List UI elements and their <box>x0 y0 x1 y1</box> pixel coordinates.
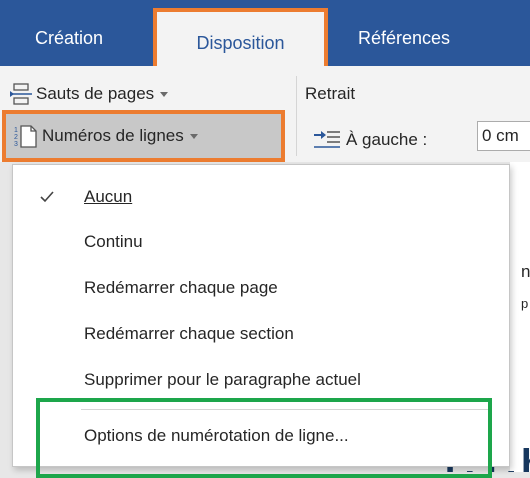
indent-left-input[interactable]: 0 cm <box>477 121 530 151</box>
indent-group-title: Retrait <box>305 84 356 103</box>
ribbon-tab-bar: Création Disposition Références <box>0 0 530 66</box>
svg-text:3: 3 <box>14 141 18 148</box>
indent-left-icon <box>314 131 340 148</box>
menu-item-label: Supprimer pour le paragraphe actuel <box>84 370 361 389</box>
ribbon-fragment-text: n <box>521 262 530 281</box>
menu-item-label: Redémarrer chaque section <box>84 324 294 343</box>
svg-text:1: 1 <box>14 127 18 134</box>
page-breaks-icon <box>10 83 32 105</box>
ribbon-group-divider <box>296 76 297 156</box>
line-numbers-label: Numéros de lignes <box>42 126 184 145</box>
menu-item-label: Continu <box>84 232 143 251</box>
line-numbers-icon: 1 2 3 <box>14 125 37 148</box>
page-breaks-label: Sauts de pages <box>36 84 155 103</box>
document-page-edge <box>510 162 530 472</box>
menu-item-continu[interactable]: Continu <box>14 222 508 262</box>
tab-references[interactable]: Références <box>358 18 450 58</box>
ribbon-panel: Sauts de pages 1 2 3 Numéros de lignes R… <box>0 66 530 162</box>
ribbon-fragment-text: p <box>521 296 529 311</box>
chevron-down-icon <box>189 134 198 140</box>
indent-left-label: À gauche : <box>346 130 428 149</box>
checkmark-icon <box>40 191 54 203</box>
menu-item-aucun[interactable]: Aucun <box>14 177 508 217</box>
tab-disposition[interactable]: Disposition <box>153 8 328 66</box>
menu-item-restart-each-page[interactable]: Redémarrer chaque page <box>14 268 508 308</box>
line-numbering-options-highlight <box>36 398 492 478</box>
chevron-down-icon <box>160 92 169 98</box>
menu-item-label: Aucun <box>84 187 133 206</box>
menu-item-suppress-current-paragraph[interactable]: Supprimer pour le paragraphe actuel <box>14 360 508 400</box>
menu-item-label: Redémarrer chaque page <box>84 278 278 297</box>
menu-item-restart-each-section[interactable]: Redémarrer chaque section <box>14 314 508 354</box>
tab-creation[interactable]: Création <box>35 18 103 58</box>
svg-text:2: 2 <box>14 134 18 141</box>
